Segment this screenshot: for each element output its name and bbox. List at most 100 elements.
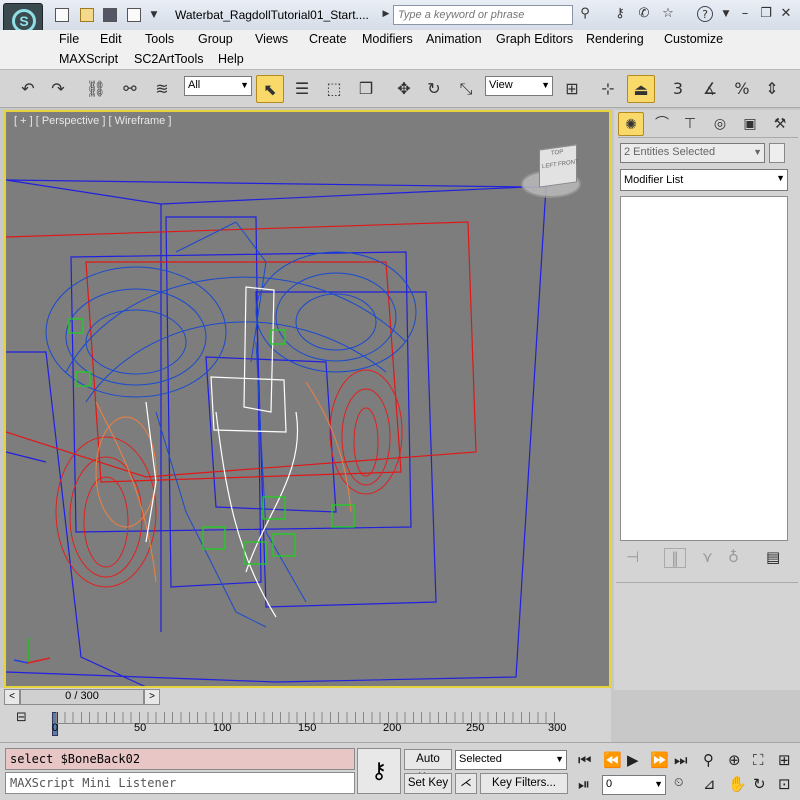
menu-help[interactable]: Help: [218, 52, 244, 66]
menu-rendering[interactable]: Rendering: [586, 32, 644, 46]
close-icon[interactable]: ✕: [778, 6, 794, 22]
hierarchy-tab-icon[interactable]: ⊤: [676, 112, 704, 136]
play-icon[interactable]: ▶: [627, 751, 639, 769]
key-mode-dropdown[interactable]: Selected: [455, 750, 567, 770]
quick-access-dropdown-icon[interactable]: ▼: [146, 7, 162, 23]
auto-key-button[interactable]: Auto Key: [404, 749, 452, 784]
link-icon[interactable]: ⛓: [82, 75, 110, 103]
open-file-icon[interactable]: [80, 8, 94, 22]
title-arrow-icon[interactable]: ▶: [378, 6, 394, 22]
redo-icon[interactable]: ↷: [44, 75, 72, 103]
selection-filter-dropdown[interactable]: All: [184, 76, 252, 96]
perspective-viewport[interactable]: [ + ] [ Perspective ] [ Wireframe ] LEFT…: [4, 110, 611, 688]
make-unique-icon[interactable]: ⋎: [702, 548, 713, 566]
orbit-icon[interactable]: ↻: [753, 775, 766, 793]
spinner-snap-icon[interactable]: ⇕: [758, 75, 786, 103]
snaps-toggle-icon[interactable]: 3: [664, 75, 692, 103]
select-object-button[interactable]: ⬉: [256, 75, 284, 103]
default-tangents-icon[interactable]: ⋌: [455, 773, 477, 794]
menu-views[interactable]: Views: [255, 32, 288, 46]
current-frame-field[interactable]: 0: [602, 775, 666, 795]
go-to-end-icon[interactable]: ⏭: [674, 751, 688, 769]
viewcube-left-face[interactable]: LEFT: [542, 162, 557, 170]
utilities-tab-icon[interactable]: ⚒: [766, 112, 794, 136]
go-to-start-icon[interactable]: ⏮: [578, 751, 592, 769]
minimize-icon[interactable]: –: [737, 6, 753, 22]
key-filters-button[interactable]: Key Filters...: [480, 773, 568, 794]
set-key-button[interactable]: Set Key: [404, 773, 452, 794]
modify-tab-icon[interactable]: ⌒: [648, 112, 676, 136]
modifier-list-dropdown[interactable]: Modifier List: [620, 169, 788, 191]
select-and-rotate-icon[interactable]: ↻: [420, 75, 448, 103]
zoom-extents-all-icon[interactable]: ⊞: [778, 751, 791, 769]
selection-color-swatch[interactable]: [769, 143, 785, 163]
menu-group[interactable]: Group: [198, 32, 233, 46]
new-file-icon[interactable]: [55, 8, 69, 22]
time-configuration-icon[interactable]: ⏲: [674, 775, 683, 790]
viewcube-front-face[interactable]: FRONT: [558, 159, 579, 168]
create-tab-icon[interactable]: ✺: [618, 112, 644, 136]
zoom-icon[interactable]: ⚲: [703, 751, 714, 769]
previous-key-icon[interactable]: ⏪: [603, 751, 622, 769]
maxscript-listener[interactable]: MAXScript Mini Listener: [5, 772, 355, 794]
menu-animation[interactable]: Animation: [426, 32, 482, 46]
remove-modifier-icon[interactable]: ♁: [728, 548, 739, 566]
menu-file[interactable]: File: [59, 32, 79, 46]
binoculars-icon[interactable]: ⚲: [577, 6, 593, 22]
select-and-scale-icon[interactable]: ⤡: [452, 75, 480, 103]
project-folder-icon[interactable]: [127, 8, 141, 22]
key-mode-toggle-icon[interactable]: ⏯: [578, 775, 590, 793]
maxscript-command-line[interactable]: select $BoneBack02: [5, 748, 355, 770]
help-dropdown-icon[interactable]: ▼: [718, 6, 734, 22]
menu-tools[interactable]: Tools: [145, 32, 174, 46]
menu-graph-editors[interactable]: Graph Editors: [496, 32, 573, 46]
menu-create[interactable]: Create: [309, 32, 347, 46]
menu-modifiers[interactable]: Modifiers: [362, 32, 413, 46]
viewcube[interactable]: LEFT FRONT TOP: [539, 144, 579, 188]
show-end-result-icon[interactable]: ‖: [664, 548, 686, 568]
configure-modifier-sets-icon[interactable]: ▤: [766, 548, 780, 566]
restore-icon[interactable]: ❐: [758, 6, 774, 22]
menu-maxscript[interactable]: MAXScript: [59, 52, 118, 66]
next-key-icon[interactable]: ⏩: [650, 751, 669, 769]
select-and-move-icon[interactable]: ✥: [390, 75, 418, 103]
curve-editor-icon[interactable]: ⊟: [16, 710, 27, 725]
pivot-center-icon[interactable]: ⊞: [558, 75, 586, 103]
menu-edit[interactable]: Edit: [100, 32, 122, 46]
bind-spacewarp-icon[interactable]: ≋: [148, 75, 176, 103]
angle-snap-icon[interactable]: ∡: [696, 75, 724, 103]
select-and-manipulate-icon[interactable]: ⊹: [594, 75, 622, 103]
track-bar[interactable]: ⊟ 0 50 100 150 200 250 300: [0, 706, 611, 742]
time-slider[interactable]: 0 / 300: [20, 689, 144, 705]
zoom-all-icon[interactable]: ⊕: [728, 751, 741, 769]
viewcube-top-face[interactable]: TOP: [551, 149, 563, 157]
field-of-view-icon[interactable]: ⊿: [703, 775, 716, 793]
pin-stack-icon[interactable]: ⊣: [626, 548, 639, 566]
menu-customize[interactable]: Customize: [664, 32, 723, 46]
unlink-icon[interactable]: ⚯: [116, 75, 144, 103]
display-tab-icon[interactable]: ▣: [736, 112, 764, 136]
search-input[interactable]: [393, 5, 573, 25]
set-key-mode-icon[interactable]: ⚷: [357, 748, 401, 794]
selection-name-field[interactable]: 2 Entities Selected: [620, 143, 765, 163]
save-file-icon[interactable]: [103, 8, 117, 22]
maximize-viewport-icon[interactable]: ⊡: [778, 775, 791, 793]
modifier-stack[interactable]: [620, 196, 788, 541]
undo-icon[interactable]: ↶: [14, 75, 42, 103]
key-search-icon[interactable]: ⚷: [612, 6, 628, 22]
window-crossing-icon[interactable]: ❒: [352, 75, 380, 103]
rectangular-selection-icon[interactable]: ⬚: [320, 75, 348, 103]
help-icon[interactable]: ?: [697, 6, 713, 22]
keyboard-shortcut-override-button[interactable]: ⏏: [627, 75, 655, 103]
menu-sc2arttools[interactable]: SC2ArtTools: [134, 52, 203, 66]
pan-view-icon[interactable]: ✋: [728, 775, 747, 793]
favorites-icon[interactable]: ☆: [660, 6, 676, 22]
motion-tab-icon[interactable]: ◎: [706, 112, 734, 136]
communication-center-icon[interactable]: ✆: [636, 6, 652, 22]
next-frame-button[interactable]: >: [144, 689, 160, 705]
zoom-extents-icon[interactable]: ⛶: [753, 751, 764, 769]
reference-coordinate-dropdown[interactable]: View: [485, 76, 553, 96]
percent-snap-icon[interactable]: %: [728, 75, 756, 103]
prev-frame-button[interactable]: <: [4, 689, 20, 705]
select-by-name-icon[interactable]: ☰: [288, 75, 316, 103]
